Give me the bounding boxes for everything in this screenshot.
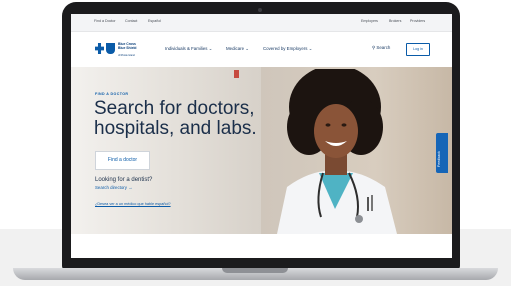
utility-link-contact[interactable]: Contact: [125, 19, 137, 23]
hero-banner: FIND A DOCTOR Search for doctors, hospit…: [71, 67, 452, 234]
spanish-doctor-link[interactable]: ¿Desea ver a un médico que hable español…: [95, 202, 171, 206]
doctor-photo: [277, 69, 397, 234]
find-a-doctor-button[interactable]: Find a doctor: [95, 151, 150, 170]
utility-link-employers[interactable]: Employers: [361, 19, 378, 23]
search-directory-link[interactable]: Search directory →: [95, 185, 133, 190]
logo-subtext: of Rhode Island: [118, 54, 135, 57]
blue-shield-icon: [106, 43, 115, 54]
utility-link-espanol[interactable]: Español: [148, 19, 161, 23]
logo-text: Blue Cross Blue Shield: [118, 42, 137, 50]
dentist-prompt: Looking for a dentist?: [95, 177, 153, 183]
utility-link-providers[interactable]: Providers: [410, 19, 425, 23]
utility-bar: Find a Doctor Contact Español Employers …: [71, 14, 452, 32]
blue-cross-icon: [95, 43, 104, 54]
nav-covered-by-employers[interactable]: Covered by Employers ⌄: [263, 46, 312, 52]
feedback-label: Feedback: [437, 151, 441, 167]
browser-screen: Find a Doctor Contact Español Employers …: [71, 14, 452, 258]
hero-headline: Search for doctors, hospitals, and labs.: [94, 98, 257, 139]
feedback-tab[interactable]: Feedback: [436, 133, 448, 173]
nav-medicare[interactable]: Medicare ⌄: [226, 46, 249, 52]
utility-link-find-doctor[interactable]: Find a Doctor: [94, 19, 116, 23]
login-button[interactable]: Log in: [406, 43, 430, 56]
exit-sign-decoration: [234, 70, 239, 78]
utility-link-brokers[interactable]: Brokers: [389, 19, 401, 23]
laptop-notch: [222, 268, 288, 273]
webcam-icon: [258, 8, 262, 12]
hero-eyebrow: FIND A DOCTOR: [95, 92, 129, 96]
site-header: Blue Cross Blue Shield of Rhode Island In…: [71, 32, 452, 67]
search-button[interactable]: ⚲ Search: [372, 45, 390, 51]
nav-individuals-families[interactable]: Individuals & Families ⌄: [165, 46, 212, 52]
